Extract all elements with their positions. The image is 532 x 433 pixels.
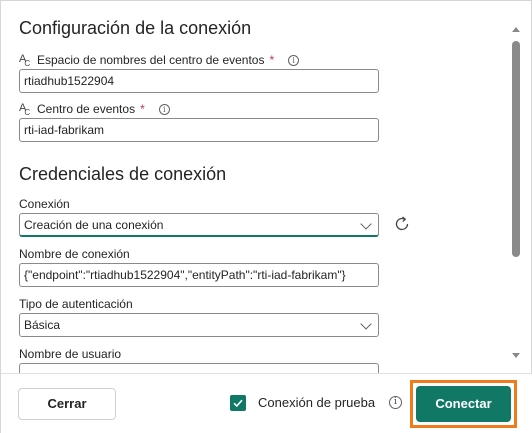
connection-select-value: Creación de una conexión bbox=[24, 218, 164, 232]
connect-button[interactable]: Conectar bbox=[416, 386, 511, 422]
close-button[interactable]: Cerrar bbox=[18, 388, 116, 420]
required-mark: * bbox=[269, 53, 275, 67]
abc-text-icon: AC bbox=[19, 52, 31, 68]
username-input[interactable] bbox=[19, 363, 379, 373]
eventhub-label: AC Centro de eventos * i bbox=[19, 101, 170, 117]
namespace-label-text: Espacio de nombres del centro de eventos bbox=[37, 53, 265, 67]
connection-dialog: Configuración de la conexión AC Espacio … bbox=[0, 0, 532, 433]
connection-name-input[interactable]: {"endpoint":"rtiadhub1522904","entityPat… bbox=[19, 263, 379, 287]
auth-type-label: Tipo de autenticación bbox=[19, 297, 133, 311]
abc-text-icon: AC bbox=[19, 101, 31, 117]
test-connection-checkbox[interactable] bbox=[230, 395, 246, 411]
dialog-footer: Cerrar Conexión de prueba i Conectar bbox=[1, 373, 532, 433]
auth-type-select-value: Básica bbox=[24, 318, 61, 332]
settings-scroll-area[interactable]: Configuración de la conexión AC Espacio … bbox=[1, 1, 507, 373]
scroll-up-arrow-icon[interactable] bbox=[512, 27, 520, 32]
auth-type-select[interactable]: Básica bbox=[19, 313, 379, 337]
test-connection-label[interactable]: Conexión de prueba bbox=[258, 395, 375, 410]
username-label: Nombre de usuario bbox=[19, 347, 122, 361]
refresh-icon[interactable] bbox=[392, 214, 412, 234]
info-icon[interactable]: i bbox=[158, 103, 170, 115]
info-icon[interactable]: i bbox=[389, 396, 402, 409]
chevron-down-icon bbox=[360, 318, 372, 330]
scroll-down-arrow-icon[interactable] bbox=[512, 353, 520, 358]
credentials-title: Credenciales de conexión bbox=[19, 164, 227, 184]
namespace-label: AC Espacio de nombres del centro de even… bbox=[19, 52, 300, 68]
connection-settings-title: Configuración de la conexión bbox=[19, 18, 252, 38]
namespace-input[interactable]: rtiadhub1522904 bbox=[19, 69, 379, 93]
eventhub-label-text: Centro de eventos bbox=[37, 102, 136, 116]
connection-select[interactable]: Creación de una conexión bbox=[19, 213, 379, 237]
connection-name-label: Nombre de conexión bbox=[19, 247, 130, 261]
checkmark-icon bbox=[233, 399, 243, 408]
vertical-scrollbar[interactable] bbox=[510, 27, 522, 363]
required-mark: * bbox=[140, 102, 145, 116]
scrollbar-thumb[interactable] bbox=[512, 41, 520, 257]
eventhub-input[interactable]: rti-iad-fabrikam bbox=[19, 118, 379, 142]
chevron-down-icon bbox=[360, 218, 372, 230]
connection-label: Conexión bbox=[19, 197, 70, 211]
info-icon[interactable]: i bbox=[288, 54, 300, 66]
